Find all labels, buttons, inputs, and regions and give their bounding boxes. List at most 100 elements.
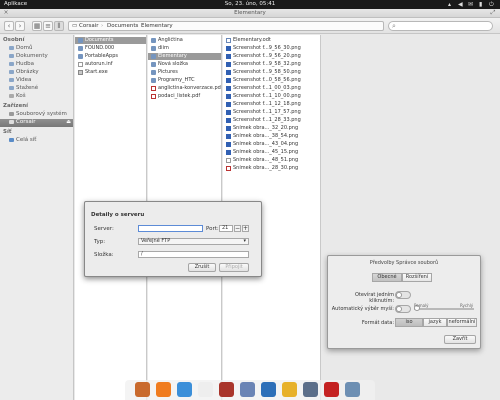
file-row[interactable]: Start.exe <box>75 69 146 76</box>
sidebar-item-home[interactable]: Domů <box>9 45 73 53</box>
power-icon[interactable]: ⏻ <box>489 1 494 9</box>
file-row[interactable]: Screenshot f...1_12_18.png <box>223 101 320 108</box>
file-row[interactable]: Snímek obra..._38_54.png <box>223 133 320 140</box>
file-row[interactable]: Screenshot f...1_28_33.png <box>223 117 320 124</box>
doc-icon <box>226 38 231 43</box>
maximize-window-icon[interactable]: ⤢ <box>490 10 496 16</box>
item-label: Elementary.odt <box>233 37 271 43</box>
date-format-iso[interactable]: iso <box>395 318 423 327</box>
file-row[interactable]: Snímek obra..._28_30.png <box>223 165 320 172</box>
folder-row[interactable]: FOUND.000 <box>75 45 146 52</box>
file-row[interactable]: Screenshot f...9_58_50.png <box>223 69 320 76</box>
sidebar-item-network[interactable]: Celá síť <box>9 137 73 145</box>
file-row[interactable]: Screenshot f...9_56_20.png <box>223 53 320 60</box>
date-format-locale[interactable]: jazyk <box>423 318 447 327</box>
sidebar-item-videos[interactable]: Videa <box>9 77 73 85</box>
item-label: Screenshot f...9_58_50.png <box>233 69 301 75</box>
date-format-informal[interactable]: neformální <box>447 318 477 327</box>
img-icon <box>226 126 231 131</box>
sidebar-item-downloads[interactable]: Stažené <box>9 85 73 93</box>
file-icon <box>226 158 231 163</box>
item-label: Screenshot f...0_58_56.png <box>233 77 301 83</box>
eject-icon[interactable]: ⏏ <box>66 119 71 125</box>
item-label: Screenshot f...9_56_20.png <box>233 53 301 59</box>
download-app-icon[interactable] <box>177 382 192 397</box>
file-row[interactable]: Snímek obra..._32_20.png <box>223 125 320 132</box>
browser-app-icon[interactable] <box>261 382 276 397</box>
sidebar-item-documents[interactable]: Dokumenty <box>9 53 73 61</box>
folder-row[interactable]: Programy_HTC <box>148 77 221 84</box>
cancel-button[interactable]: Zrušit <box>188 263 216 272</box>
file-row[interactable]: autorun.inf <box>75 61 146 68</box>
folder-row[interactable]: Pictures <box>148 69 221 76</box>
tab-extensions[interactable]: Rozšíření <box>402 273 432 282</box>
breadcrumb-elementary[interactable]: Elementary <box>141 23 173 29</box>
file-row[interactable]: Screenshot f...0_58_56.png <box>223 77 320 84</box>
file-row[interactable]: Screenshot f...9_58_32.png <box>223 61 320 68</box>
connect-button[interactable]: Připojit <box>219 263 249 272</box>
network-icon[interactable]: ▴ <box>448 1 451 8</box>
videos-icon <box>9 77 14 82</box>
folder-input[interactable]: / <box>138 251 249 258</box>
pictures-icon <box>9 69 14 74</box>
sidebar-item-music[interactable]: Hudba <box>9 61 73 69</box>
windows-app-icon[interactable] <box>303 382 318 397</box>
file-row[interactable]: Snímek obra..._43_04.png <box>223 141 320 148</box>
file-row[interactable]: Snímek obra..._45_15.png <box>223 149 320 156</box>
port-input[interactable]: 21 <box>219 225 233 232</box>
auto-select-label: Automatický výběr myší: <box>331 306 394 312</box>
file-row[interactable]: anglictina-konverzace.pdf <box>148 85 221 92</box>
folder-row[interactable]: Documents <box>75 37 146 44</box>
folder-row[interactable]: Nová složka <box>148 61 221 68</box>
close-button[interactable]: Zavřít <box>444 335 476 344</box>
folder-row[interactable]: Angličtina <box>148 37 221 44</box>
folder-row[interactable]: Elementary <box>148 53 221 60</box>
file-row[interactable]: Screenshot f...1_00_03.png <box>223 85 320 92</box>
item-label: Screenshot f...9_58_32.png <box>233 61 301 67</box>
files-app-icon[interactable] <box>135 382 150 397</box>
breadcrumb-documents[interactable]: Documents <box>107 23 138 29</box>
file-row[interactable]: Elementary.odt <box>223 37 320 44</box>
server-input[interactable] <box>138 225 203 232</box>
list-view-button[interactable]: ≡ <box>43 21 53 31</box>
folder-row[interactable]: PortableApps <box>75 53 146 60</box>
media-app-icon[interactable] <box>324 382 339 397</box>
search-input[interactable]: ⌕ <box>388 21 493 31</box>
img-icon <box>226 110 231 115</box>
photos-app-icon[interactable] <box>240 382 255 397</box>
battery-icon[interactable]: ▮ <box>479 1 482 8</box>
volume-icon[interactable]: ◀ <box>458 1 463 8</box>
clock[interactable]: So, 23. úno, 05:41 <box>0 1 500 7</box>
sidebar-item-corsair[interactable]: Corsair ⏏ <box>0 119 73 127</box>
icon-view-button[interactable]: ▦ <box>32 21 42 31</box>
mail-icon[interactable]: ✉ <box>468 1 473 8</box>
type-label: Typ: <box>94 239 106 245</box>
tab-general[interactable]: Obecné <box>372 273 402 282</box>
forward-button[interactable]: › <box>15 21 25 31</box>
terminal-app-icon[interactable] <box>345 382 360 397</box>
file-row[interactable]: Screenshot f...9_56_30.png <box>223 45 320 52</box>
folder-row[interactable]: diim <box>148 45 221 52</box>
file-row[interactable]: Screenshot f...1_10_00.png <box>223 93 320 100</box>
breadcrumb: ▭ Corsair › Documents › Elementary <box>68 21 384 31</box>
breadcrumb-corsair[interactable]: Corsair <box>79 23 99 29</box>
file-row[interactable]: podaci_listek.pdf <box>148 93 221 100</box>
sidebar-item-trash[interactable]: Koš <box>9 93 73 101</box>
sidebar-item-pictures[interactable]: Obrázky <box>9 69 73 77</box>
file-row[interactable]: Screenshot f...1_17_57.png <box>223 109 320 116</box>
music-app-icon[interactable] <box>156 382 171 397</box>
sidebar-item-filesystem[interactable]: Souborový systém <box>9 111 73 119</box>
auto-select-toggle[interactable] <box>395 305 411 313</box>
port-increment-button[interactable]: + <box>242 225 249 232</box>
store-app-icon[interactable] <box>219 382 234 397</box>
back-button[interactable]: ‹ <box>4 21 14 31</box>
column-view-button[interactable]: ⫴ <box>54 21 64 31</box>
auto-select-speed-slider[interactable] <box>414 305 474 311</box>
search-icon: ⌕ <box>392 22 396 30</box>
mail-app-icon[interactable] <box>282 382 297 397</box>
port-decrement-button[interactable]: − <box>234 225 241 232</box>
type-select[interactable]: Veřejné FTP ▾ <box>138 238 249 245</box>
file-row[interactable]: Snímek obra..._48_51.png <box>223 157 320 164</box>
info-app-icon[interactable] <box>198 382 213 397</box>
single-click-toggle[interactable] <box>395 291 411 299</box>
